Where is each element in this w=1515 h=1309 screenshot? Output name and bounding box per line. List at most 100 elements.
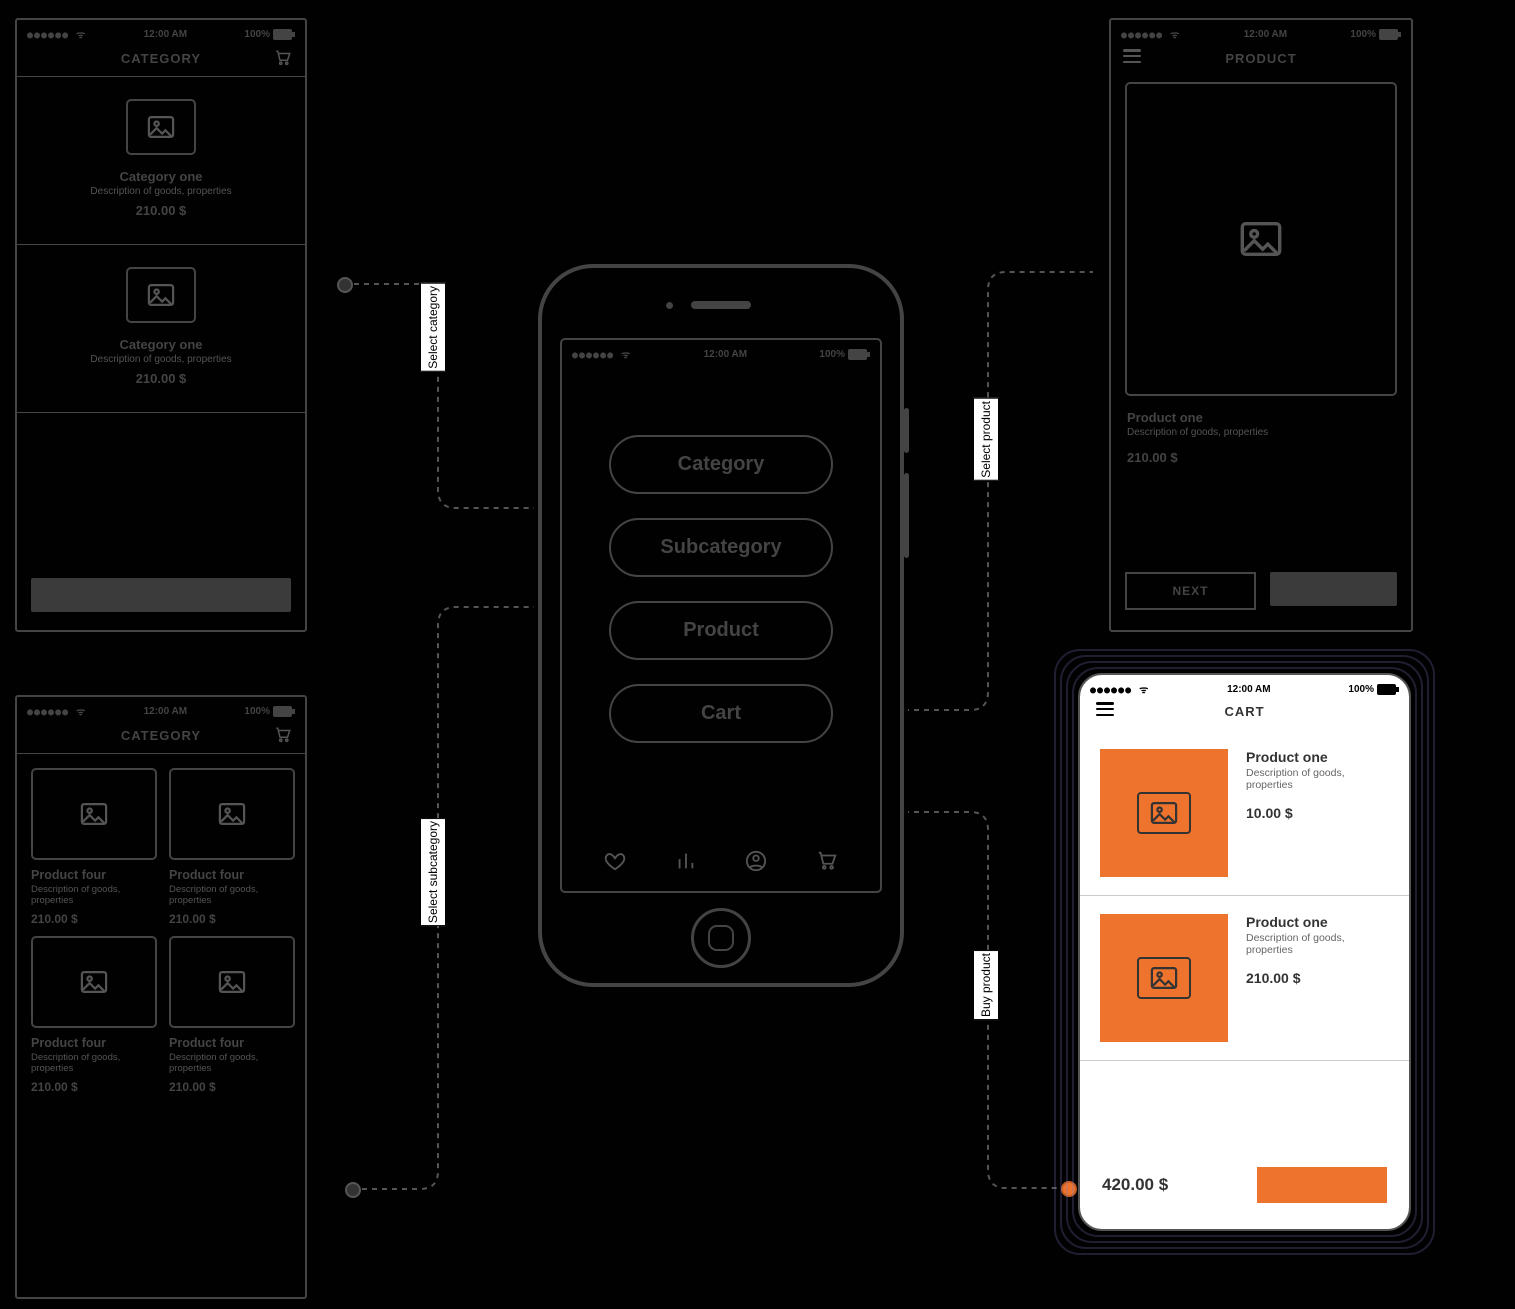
- screen-category: ●●●●●● ᯤ 12:00 AM 100% CATEGORY Category…: [15, 18, 307, 632]
- image-placeholder-icon: [1137, 957, 1191, 999]
- screen-cart-stack: ●●●●●● ᯤ 12:00 AM 100% CART Product one …: [1078, 673, 1411, 1231]
- cart-thumb: [1100, 914, 1228, 1042]
- image-placeholder-icon: [126, 99, 196, 155]
- flow-node: [337, 277, 353, 293]
- item-desc: Description of goods, properties: [169, 884, 291, 906]
- screen-header: PRODUCT: [1111, 45, 1411, 76]
- item-desc: Description of goods, properties: [31, 1052, 153, 1074]
- next-button[interactable]: NEXT: [1125, 572, 1256, 610]
- status-bar: ●●●●●● ᯤ 12:00 AM 100%: [17, 20, 305, 45]
- flow-node: [345, 1182, 361, 1198]
- item-price: 210.00 $: [33, 203, 289, 218]
- screen-title: CATEGORY: [121, 728, 201, 743]
- signal-icon: ●●●●●● ᯤ: [1121, 27, 1180, 41]
- side-button: [904, 473, 909, 558]
- category-item[interactable]: Category one Description of goods, prope…: [17, 245, 305, 413]
- status-time: 12:00 AM: [1244, 29, 1288, 40]
- status-time: 12:00 AM: [144, 706, 188, 717]
- item-price: 210.00 $: [31, 912, 153, 926]
- image-placeholder-icon: [31, 768, 157, 860]
- status-time: 12:00 AM: [1227, 684, 1271, 695]
- battery-icon: 100%: [819, 349, 870, 360]
- product-image: [1125, 82, 1397, 396]
- cart-icon[interactable]: [273, 726, 293, 747]
- item-title: Category one: [33, 169, 289, 184]
- product-cell[interactable]: Product four Description of goods, prope…: [169, 768, 291, 926]
- label-buy-product: Buy product: [973, 950, 999, 1020]
- item-price: 210.00 $: [169, 912, 291, 926]
- product-cell[interactable]: Product four Description of goods, prope…: [31, 936, 153, 1094]
- nav-cart-button[interactable]: Cart: [609, 684, 833, 743]
- item-price: 210.00 $: [169, 1080, 291, 1094]
- item-desc: Description of goods, properties: [1246, 932, 1366, 956]
- image-placeholder-icon: [31, 936, 157, 1028]
- cart-item[interactable]: Product one Description of goods, proper…: [1080, 731, 1409, 896]
- stats-icon[interactable]: [675, 850, 697, 877]
- cart-footer: 420.00 $: [1080, 1149, 1409, 1229]
- screen-title: CATEGORY: [121, 51, 201, 66]
- item-title: Product four: [169, 1036, 291, 1050]
- screen-cart: ●●●●●● ᯤ 12:00 AM 100% CART Product one …: [1078, 673, 1411, 1231]
- menu-icon[interactable]: [1096, 702, 1114, 716]
- signal-icon: ●●●●●● ᯤ: [1090, 682, 1149, 696]
- item-title: Product four: [169, 868, 291, 882]
- home-button[interactable]: [691, 908, 751, 968]
- product-cell[interactable]: Product four Description of goods, prope…: [31, 768, 153, 926]
- category-item[interactable]: Category one Description of goods, prope…: [17, 77, 305, 245]
- side-button: [904, 408, 909, 453]
- main-device: ●●●●●● ᯤ 12:00 AM 100% Category Subcateg…: [538, 264, 904, 987]
- item-desc: Description of goods, properties: [33, 354, 289, 365]
- primary-button[interactable]: [31, 578, 291, 612]
- nav-product-button[interactable]: Product: [609, 601, 833, 660]
- item-price: 210.00 $: [33, 371, 289, 386]
- buy-button[interactable]: [1270, 572, 1397, 606]
- screen-header: CART: [1080, 700, 1409, 731]
- nav-subcategory-button[interactable]: Subcategory: [609, 518, 833, 577]
- status-bar: ●●●●●● ᯤ 12:00 AM 100%: [1111, 20, 1411, 45]
- product-price: 210.00 $: [1127, 450, 1395, 465]
- image-placeholder-icon: [169, 768, 295, 860]
- item-desc: Description of goods, properties: [169, 1052, 291, 1074]
- product-cell[interactable]: Product four Description of goods, prope…: [169, 936, 291, 1094]
- cart-icon[interactable]: [273, 49, 293, 70]
- menu-icon[interactable]: [1123, 49, 1141, 63]
- screen-header: CATEGORY: [17, 45, 305, 77]
- battery-icon: 100%: [244, 29, 295, 40]
- item-price: 210.00 $: [1246, 970, 1366, 986]
- status-bar: ●●●●●● ᯤ 12:00 AM 100%: [17, 697, 305, 722]
- tab-bar: [562, 836, 880, 891]
- screen-header: CATEGORY: [17, 722, 305, 754]
- profile-icon[interactable]: [745, 850, 767, 877]
- cart-item[interactable]: Product one Description of goods, proper…: [1080, 896, 1409, 1061]
- battery-icon: 100%: [1350, 29, 1401, 40]
- status-bar: ●●●●●● ᯤ 12:00 AM 100%: [1080, 675, 1409, 700]
- status-bar: ●●●●●● ᯤ 12:00 AM 100%: [562, 340, 880, 365]
- item-desc: Description of goods, properties: [33, 186, 289, 197]
- signal-icon: ●●●●●● ᯤ: [572, 347, 631, 361]
- product-desc: Description of goods, properties: [1127, 427, 1395, 438]
- battery-icon: 100%: [244, 706, 295, 717]
- device-screen: ●●●●●● ᯤ 12:00 AM 100% Category Subcateg…: [560, 338, 882, 893]
- checkout-button[interactable]: [1257, 1167, 1387, 1203]
- item-title: Product one: [1246, 914, 1366, 930]
- image-placeholder-icon: [126, 267, 196, 323]
- item-price: 210.00 $: [31, 1080, 153, 1094]
- signal-icon: ●●●●●● ᯤ: [27, 704, 86, 718]
- status-time: 12:00 AM: [704, 349, 748, 360]
- item-title: Product four: [31, 1036, 153, 1050]
- item-desc: Description of goods, properties: [1246, 767, 1366, 791]
- signal-icon: ●●●●●● ᯤ: [27, 27, 86, 41]
- label-select-category: Select category: [420, 283, 446, 372]
- screen-title: CART: [1224, 704, 1264, 719]
- cart-total: 420.00 $: [1102, 1175, 1168, 1195]
- heart-icon[interactable]: [604, 850, 626, 877]
- cart-icon[interactable]: [816, 850, 838, 877]
- nav-category-button[interactable]: Category: [609, 435, 833, 494]
- status-time: 12:00 AM: [144, 29, 188, 40]
- item-price: 10.00 $: [1246, 805, 1366, 821]
- item-title: Category one: [33, 337, 289, 352]
- label-select-product: Select product: [973, 398, 999, 481]
- screen-title: PRODUCT: [1225, 51, 1296, 66]
- label-select-subcategory: Select subcategory: [420, 818, 446, 926]
- screen-subcategory: ●●●●●● ᯤ 12:00 AM 100% CATEGORY Product …: [15, 695, 307, 1299]
